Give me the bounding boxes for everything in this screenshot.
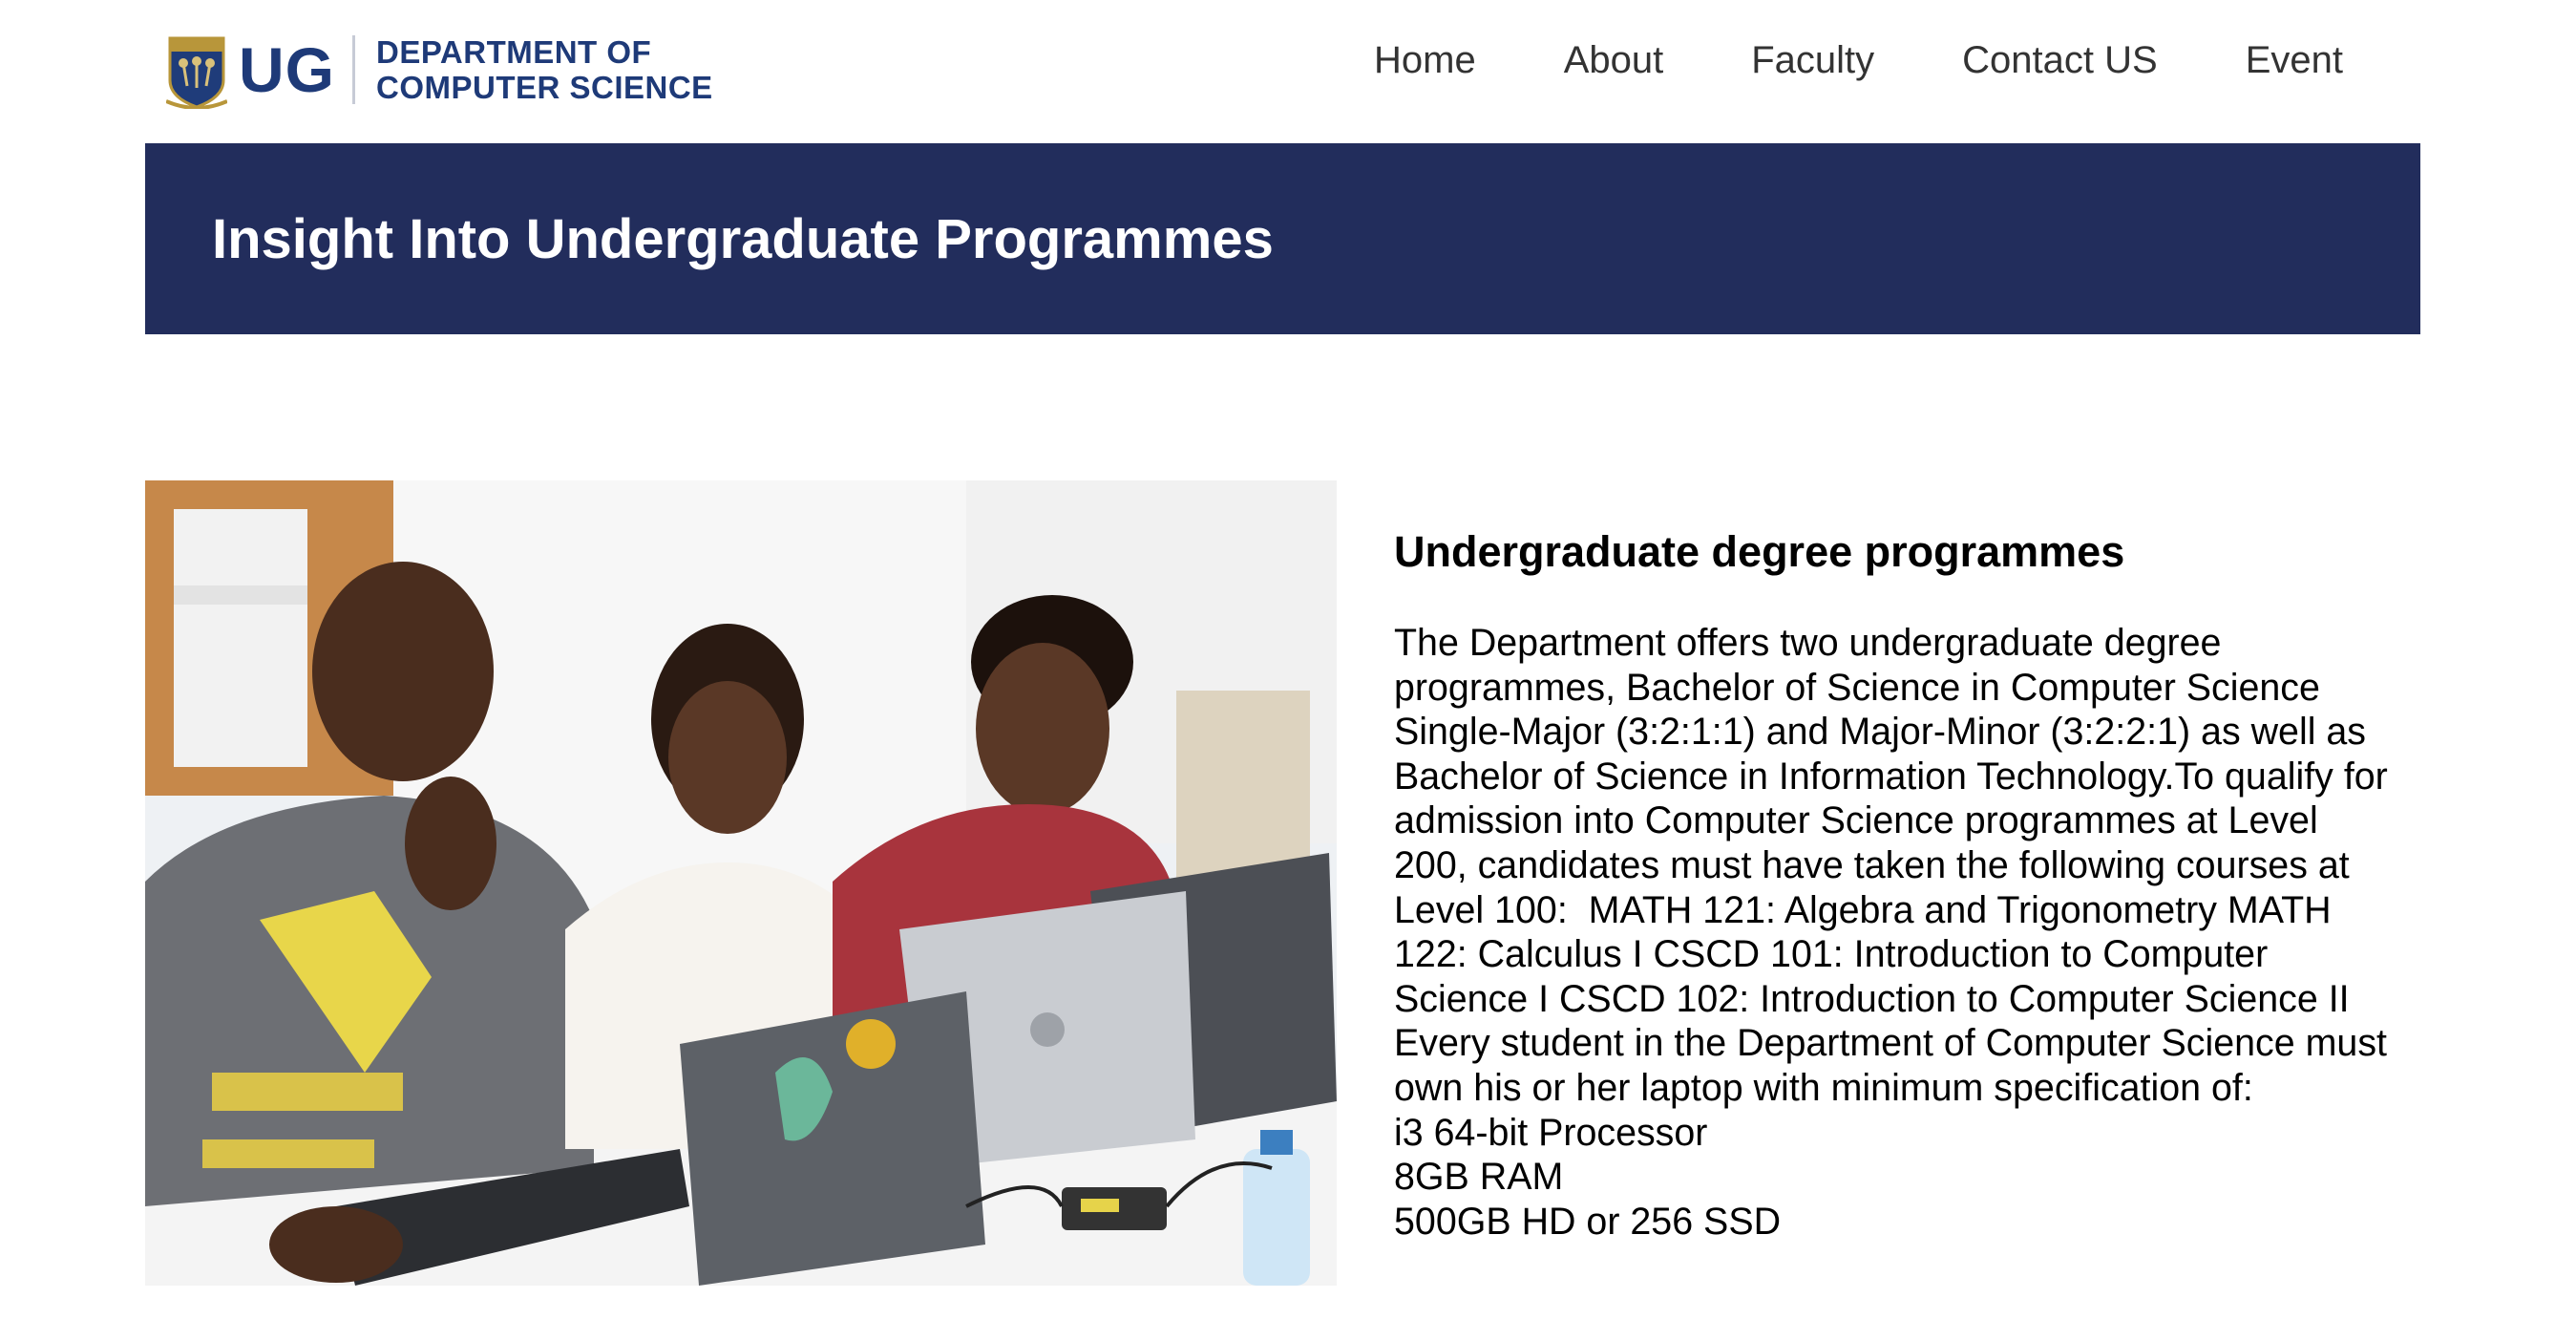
description-line: Science I CSCD 102: Introduction to Comp… (1394, 977, 2350, 1020)
logo-dept-line-2: COMPUTER SCIENCE (376, 70, 713, 105)
page-banner: Insight Into Undergraduate Programmes (145, 143, 2420, 334)
spec-processor: i3 64-bit Processor (1394, 1111, 1708, 1154)
spec-storage: 500GB HD or 256 SSD (1394, 1200, 1782, 1243)
logo-department-text: DEPARTMENT OF COMPUTER SCIENCE (376, 34, 713, 105)
site-logo[interactable]: UG DEPARTMENT OF COMPUTER SCIENCE (166, 29, 713, 111)
description-line: Every student in the Department of Compu… (1394, 1022, 2387, 1065)
description-line: 122: Calculus I CSCD 101: Introduction t… (1394, 933, 2269, 976)
description-line: programmes, Bachelor of Science in Compu… (1394, 666, 2320, 709)
page-title: Insight Into Undergraduate Programmes (212, 208, 1274, 270)
students-with-laptops-image (145, 480, 1337, 1286)
description-line: Bachelor of Science in Information Techn… (1394, 755, 2388, 798)
spec-ram: 8GB RAM (1394, 1156, 1564, 1199)
description-line: admission into Computer Science programm… (1394, 799, 2318, 842)
main-nav: Home About Faculty Contact US Event (1374, 34, 2343, 86)
programme-info: Undergraduate degree programmes The Depa… (1394, 523, 2425, 1244)
logo-dept-line-1: DEPARTMENT OF (376, 34, 652, 70)
description-line: Single-Major (3:2:1:1) and Major-Minor (… (1394, 711, 2367, 754)
logo-divider (352, 35, 355, 104)
description-line: own his or her laptop with minimum speci… (1394, 1066, 2253, 1109)
nav-event-link[interactable]: Event (2246, 34, 2343, 86)
students-photo (145, 480, 1337, 1286)
description-line: The Department offers two undergraduate … (1394, 622, 2222, 664)
logo-ug-text: UG (239, 34, 335, 105)
nav-about-link[interactable]: About (1564, 34, 1664, 86)
university-crest-icon (166, 36, 227, 109)
description-line: 200, candidates must have taken the foll… (1394, 843, 2350, 886)
nav-home-link[interactable]: Home (1374, 34, 1476, 86)
programme-description: The Department offers two undergraduate … (1394, 621, 2425, 1244)
nav-contact-link[interactable]: Contact US (1962, 34, 2158, 86)
nav-faculty-link[interactable]: Faculty (1751, 34, 1874, 86)
section-heading: Undergraduate degree programmes (1394, 527, 2125, 576)
description-line: Level 100: MATH 121: Algebra and Trigono… (1394, 888, 2332, 931)
